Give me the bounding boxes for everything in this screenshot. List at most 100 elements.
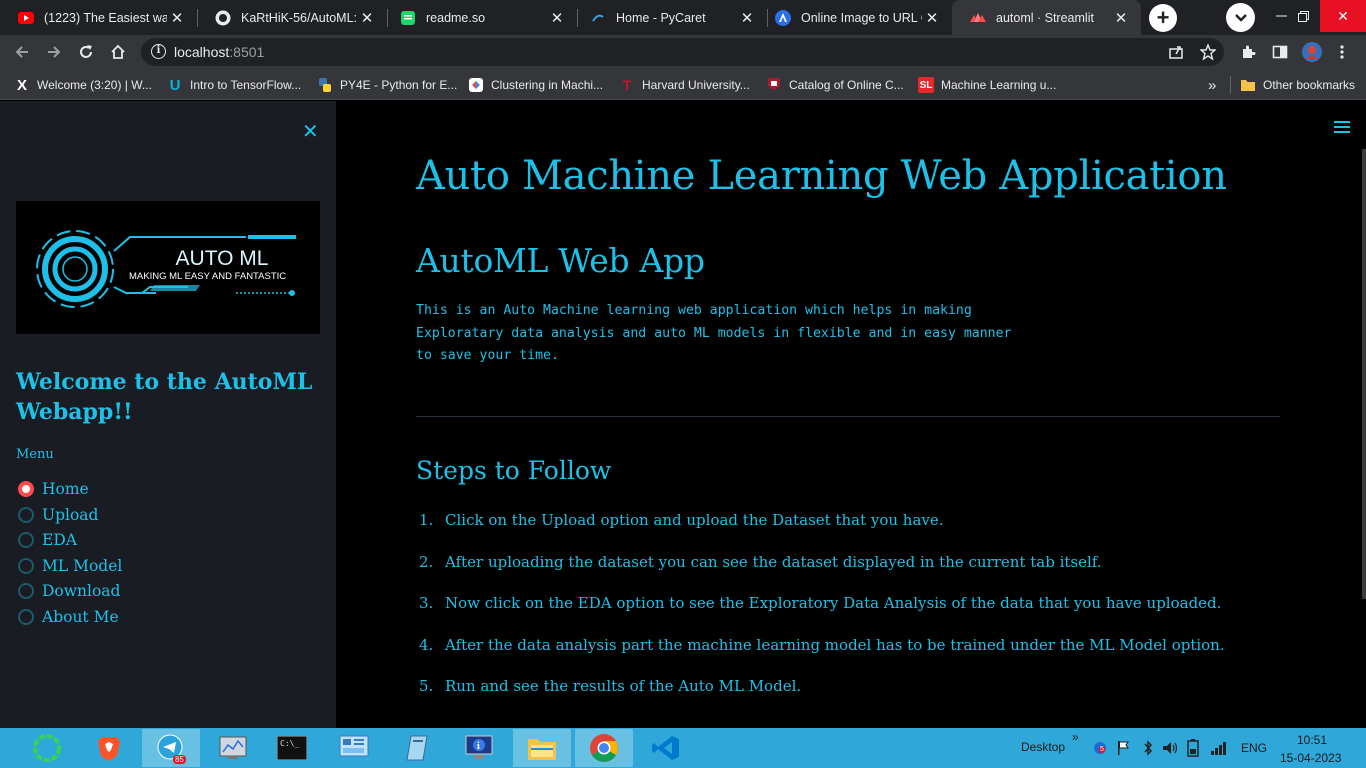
pycaret-icon xyxy=(590,10,606,26)
image-url-icon xyxy=(775,9,791,26)
tab-streamlit-active[interactable]: automl · Streamlit ✕ xyxy=(952,0,1141,35)
back-icon[interactable] xyxy=(10,40,34,64)
automl-logo: AUTO ML MAKING ML EASY AND FANTASTIC xyxy=(16,201,320,334)
volume-tray-icon[interactable] xyxy=(1162,740,1180,761)
language-indicator[interactable]: ENG xyxy=(1241,741,1267,755)
telegram-icon[interactable]: 85 xyxy=(142,729,200,767)
close-tab-icon[interactable]: ✕ xyxy=(1111,9,1131,27)
profile-avatar-icon[interactable] xyxy=(1300,40,1324,64)
flag-tray-icon[interactable] xyxy=(1117,740,1129,761)
brave-browser-icon[interactable] xyxy=(80,729,138,767)
step-item: 1. Click on the Upload option and upload … xyxy=(419,511,944,529)
other-bookmarks[interactable]: Other bookmarks xyxy=(1240,76,1355,94)
bookmark-item[interactable]: T Harvard University... xyxy=(619,76,750,94)
side-panel-icon[interactable] xyxy=(1268,40,1292,64)
page-title: Auto Machine Learning Web Application xyxy=(416,153,1227,199)
sidebar: ✕ AUTO ML MAKING ML EASY AND FANTASTIC W… xyxy=(0,101,336,728)
close-tab-icon[interactable]: ✕ xyxy=(167,9,187,27)
tab-title: Home - PyCaret xyxy=(616,10,706,25)
reload-icon[interactable] xyxy=(74,40,98,64)
streamlit-icon xyxy=(970,10,986,26)
close-tab-icon[interactable]: ✕ xyxy=(737,9,757,27)
readme-icon xyxy=(400,10,416,26)
extensions-icon[interactable] xyxy=(1236,40,1260,64)
bookmark-item[interactable]: Clustering in Machi... xyxy=(468,76,603,94)
taskbar: 85 C:\_ i Desktop » 5 ENG 10:51 15-04-20… xyxy=(0,728,1366,768)
close-tab-icon[interactable]: ✕ xyxy=(357,9,377,27)
tab-search-button[interactable] xyxy=(1226,3,1255,32)
start-button-icon[interactable] xyxy=(18,729,76,767)
bookmark-star-icon[interactable] xyxy=(1196,40,1220,64)
step-item: 4. After the data analysis part the machi… xyxy=(419,636,1225,654)
clock-time[interactable]: 10:51 xyxy=(1297,733,1327,747)
control-panel-icon[interactable] xyxy=(325,729,383,767)
tab-title: (1223) The Easiest way to... xyxy=(44,10,167,25)
radio-about-me[interactable]: About Me xyxy=(18,606,119,628)
tab-readme[interactable]: readme.so ✕ xyxy=(382,0,577,35)
radio-download[interactable]: Download xyxy=(18,580,120,602)
radio-icon[interactable] xyxy=(18,583,34,599)
tab-youtube[interactable]: (1223) The Easiest way to... ✕ xyxy=(0,0,197,35)
radio-icon[interactable] xyxy=(18,558,34,574)
file-explorer-icon[interactable] xyxy=(513,729,571,767)
site-info-icon[interactable]: i xyxy=(151,44,166,59)
bookmarks-bar: X Welcome (3:20) | W... U Intro to TensorF… xyxy=(0,69,1366,100)
battery-tray-icon[interactable] xyxy=(1187,739,1199,762)
notepad-icon[interactable] xyxy=(389,729,447,767)
radio-upload[interactable]: Upload xyxy=(18,504,98,526)
radio-icon[interactable] xyxy=(18,532,34,548)
radio-eda[interactable]: EDA xyxy=(18,529,77,551)
tab-pycaret[interactable]: Home - PyCaret ✕ xyxy=(572,0,767,35)
divider xyxy=(416,416,1280,417)
bookmark-item[interactable]: PY4E - Python for E... xyxy=(317,76,457,94)
chrome-icon[interactable] xyxy=(575,729,633,767)
scrollbar[interactable] xyxy=(1362,149,1366,599)
browser-toolbar: i localhost:8501 xyxy=(0,35,1366,69)
close-tab-icon[interactable]: ✕ xyxy=(922,9,942,27)
toolbar-chevron-icon[interactable]: » xyxy=(1072,730,1079,744)
notification-badge: 85 xyxy=(173,755,186,764)
command-prompt-icon[interactable]: C:\_ xyxy=(263,729,321,767)
folder-icon xyxy=(1240,77,1256,93)
system-info-icon[interactable]: i xyxy=(450,729,508,767)
radio-icon[interactable] xyxy=(18,507,34,523)
tab-image-url[interactable]: Online Image to URL Co... ✕ xyxy=(757,0,952,35)
radio-selected-icon[interactable] xyxy=(18,481,34,497)
clock-date[interactable]: 15-04-2023 xyxy=(1280,751,1341,765)
home-icon[interactable] xyxy=(106,40,130,64)
chrome-menu-icon[interactable] xyxy=(1330,40,1354,64)
bluetooth-tray-icon[interactable] xyxy=(1143,740,1153,761)
bookmarks-overflow-button[interactable]: » xyxy=(1208,76,1216,94)
bookmark-item[interactable]: Catalog of Online C... xyxy=(766,76,904,94)
radio-icon[interactable] xyxy=(18,609,34,625)
forward-icon[interactable] xyxy=(42,40,66,64)
tab-github[interactable]: KaRtHiK-56/AutoML: Th... ✕ xyxy=(197,0,387,35)
close-sidebar-icon[interactable]: ✕ xyxy=(302,119,319,144)
udacity-icon: U xyxy=(169,76,181,94)
bookmark-item[interactable]: U Intro to TensorFlow... xyxy=(167,76,302,94)
share-icon[interactable] xyxy=(1164,40,1188,64)
tab-title: Online Image to URL Co... xyxy=(801,10,922,25)
antivirus-tray-icon[interactable]: 5 xyxy=(1093,741,1107,760)
desktop-toolbar-label[interactable]: Desktop xyxy=(1021,740,1065,754)
new-tab-button[interactable]: + xyxy=(1149,4,1177,32)
close-window-button[interactable]: ✕ xyxy=(1320,0,1366,32)
step-item: 3. Now click on the EDA option to see the… xyxy=(419,594,1222,612)
radio-ml-model[interactable]: ML Model xyxy=(18,555,122,577)
logo-title: AUTO ML xyxy=(176,247,269,270)
network-tray-icon[interactable] xyxy=(1210,740,1228,761)
tab-title: readme.so xyxy=(426,10,486,25)
bookmark-item[interactable]: X Welcome (3:20) | W... xyxy=(14,76,152,94)
bookmark-item[interactable]: SL Machine Learning u... xyxy=(918,76,1056,94)
vscode-icon[interactable] xyxy=(637,729,695,767)
harvard-icon: T xyxy=(622,77,632,93)
tab-title: KaRtHiK-56/AutoML: Th... xyxy=(241,10,357,25)
address-bar[interactable]: i localhost:8501 xyxy=(141,38,1224,66)
steps-heading: Steps to Follow xyxy=(416,456,612,485)
resource-monitor-icon[interactable] xyxy=(204,729,262,767)
python-icon xyxy=(317,77,333,93)
hamburger-menu-icon[interactable] xyxy=(1334,121,1350,136)
page-subtitle: AutoML Web App xyxy=(416,241,705,280)
close-tab-icon[interactable]: ✕ xyxy=(547,9,567,27)
radio-home[interactable]: Home xyxy=(18,478,89,500)
